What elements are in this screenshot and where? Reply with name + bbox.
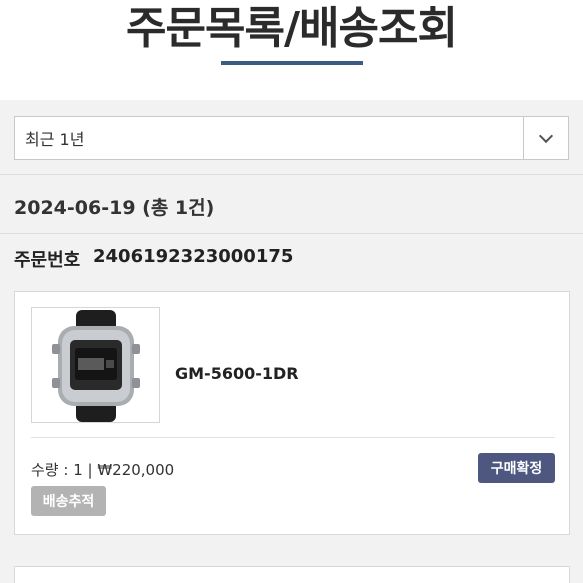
page-header: 주문목록/배송조회 <box>0 0 583 100</box>
delivery-tracking-button[interactable]: 배송추적 <box>31 486 106 516</box>
next-order-card <box>14 566 570 583</box>
period-select-value: 최근 1년 <box>25 130 85 149</box>
order-date-label: 2024-06-19 (총 1건) <box>14 197 215 219</box>
order-date-header: 2024-06-19 (총 1건) <box>0 174 583 234</box>
order-number-label: 주문번호 <box>14 250 81 271</box>
page-title: 주문목록/배송조회 <box>126 3 458 54</box>
quantity-price: 수량 : 1 | ₩220,000 <box>31 461 175 479</box>
period-select[interactable]: 최근 1년 <box>14 116 569 160</box>
period-filter-section: 최근 1년 <box>0 101 583 173</box>
product-name[interactable]: GM-5600-1DR <box>175 364 299 383</box>
title-underline <box>221 61 363 65</box>
order-number-row: 주문번호 2406192323000175 <box>0 235 583 285</box>
purchase-confirm-button[interactable]: 구매확정 <box>478 453 555 483</box>
period-select-toggle[interactable] <box>523 117 568 159</box>
product-thumbnail[interactable] <box>31 307 160 423</box>
card-divider <box>31 437 555 438</box>
order-item-card: GM-5600-1DR 수량 : 1 | ₩220,000 구매확정 배송추적 <box>14 291 570 535</box>
watch-product-image <box>52 310 140 422</box>
order-number-value: 2406192323000175 <box>93 246 294 267</box>
chevron-down-icon <box>538 128 554 143</box>
